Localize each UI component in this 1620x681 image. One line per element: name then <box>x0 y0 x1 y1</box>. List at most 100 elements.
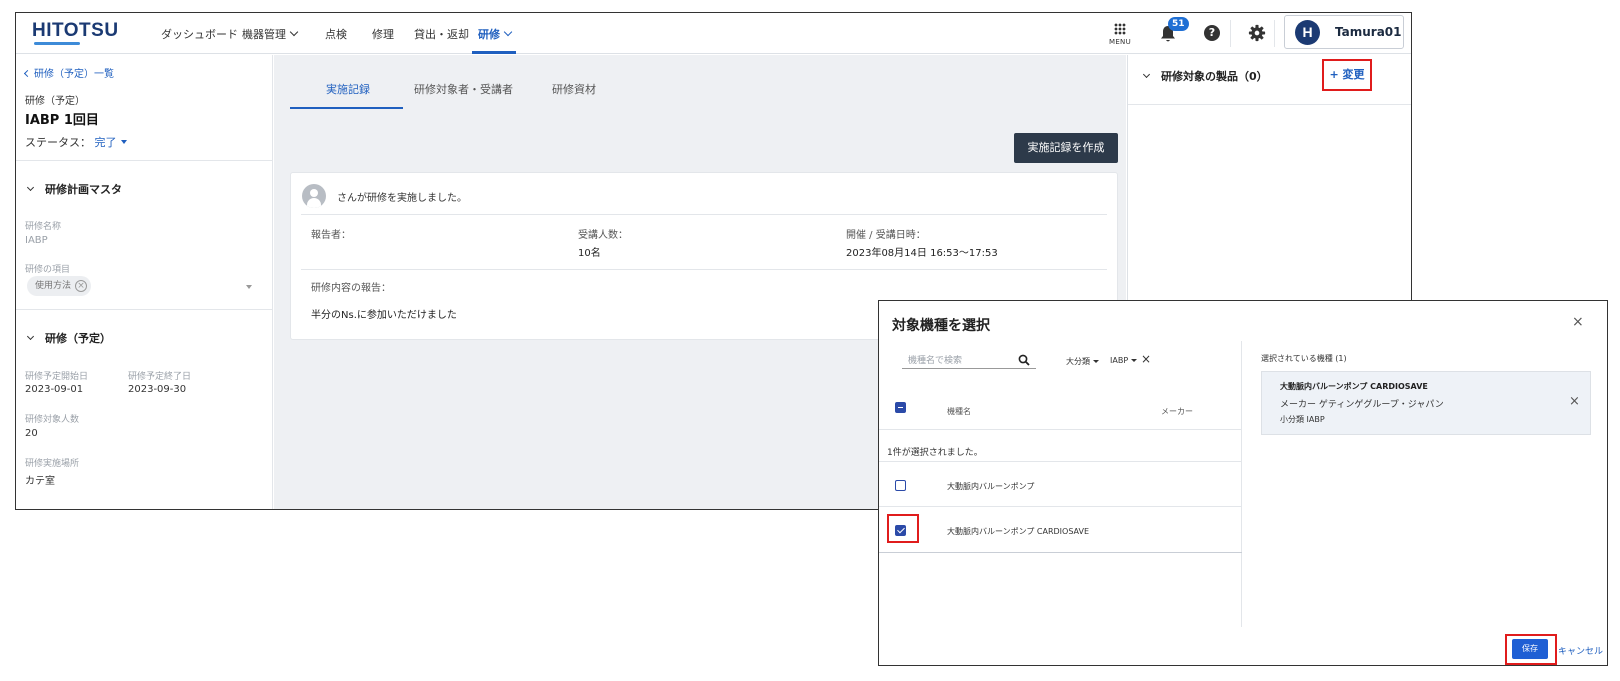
status-value: 完了 <box>94 136 117 149</box>
divider <box>879 552 1242 553</box>
hitotsu-logo[interactable]: HITOTSU <box>32 20 119 42</box>
menu-label: MENU <box>1108 38 1132 46</box>
back-link-label: 研修（予定）一覧 <box>34 69 114 80</box>
divider <box>1128 104 1411 105</box>
attendees-value: 10名 <box>578 248 601 259</box>
record-header: さんが研修を実施しました。 <box>337 193 467 204</box>
help-icon[interactable]: ? <box>1204 25 1220 41</box>
nav-repair[interactable]: 修理 <box>372 26 394 42</box>
tab-materials[interactable]: 研修資材 <box>552 81 596 97</box>
field-label: 研修名称 <box>25 222 62 232</box>
section-planned-label: 研修（予定） <box>45 332 111 345</box>
field-value: カテ室 <box>25 476 55 487</box>
divider <box>879 429 1242 430</box>
caret-down-icon <box>1131 359 1138 362</box>
section-training-master[interactable]: 研修計画マスタ <box>26 181 122 197</box>
section-planned[interactable]: 研修（予定） <box>26 330 111 346</box>
tab-bar: 実施記録 研修対象者・受講者 研修資材 <box>290 55 1110 111</box>
training-detail-sidebar: 研修（予定）一覧 研修（予定） IABP 1回目 ステータス： 完了 研修計画マ… <box>16 55 273 509</box>
gear-icon[interactable] <box>1248 24 1266 42</box>
selected-model-maker: メーカー ゲティンゲグループ・ジャパン <box>1280 400 1444 410</box>
dialog-title: 対象機種を選択 <box>892 318 990 334</box>
chevron-down-icon <box>503 27 513 37</box>
chevron-down-icon <box>26 183 35 192</box>
field-label: 研修の項目 <box>25 265 71 275</box>
divider <box>879 506 1242 507</box>
training-type: 研修（予定） <box>25 96 85 107</box>
header-divider <box>1230 20 1231 47</box>
selected-count: 1件が選択されました。 <box>887 448 983 458</box>
user-name: Tamura01 <box>1335 25 1402 39</box>
category-filter[interactable]: 大分類 <box>1066 356 1099 367</box>
change-products-button[interactable]: + 変更 <box>1322 59 1372 91</box>
products-section-toggle[interactable]: 研修対象の製品（0） <box>1142 68 1268 84</box>
close-icon[interactable]: × <box>75 280 88 292</box>
search-box <box>902 353 1036 369</box>
row-model-name[interactable]: 大動脈内バルーンポンプ <box>947 481 1034 492</box>
nav-equipment-label: 機器管理 <box>242 28 286 41</box>
search-icon[interactable] <box>1018 354 1030 366</box>
content-label: 研修内容の報告： <box>311 283 391 294</box>
column-header-name: 機種名 <box>947 407 971 416</box>
tab-active-indicator <box>290 107 403 109</box>
chevron-down-icon <box>1142 70 1151 79</box>
row-checkbox[interactable] <box>895 480 906 491</box>
category-filter-label: 大分類 <box>1066 357 1090 366</box>
nav-repair-label: 修理 <box>372 28 394 41</box>
nav-training[interactable]: 研修 <box>478 26 513 42</box>
status-dropdown[interactable]: 完了 <box>95 136 127 149</box>
back-to-list-link[interactable]: 研修（予定）一覧 <box>23 65 114 80</box>
chevron-left-icon <box>23 69 32 78</box>
selected-models-header: 選択されている機種 (1) <box>1261 354 1347 363</box>
category-value-filter[interactable]: IABP <box>1110 356 1138 365</box>
nav-inspection-label: 点検 <box>325 28 347 41</box>
section-training-master-label: 研修計画マスタ <box>45 183 122 196</box>
selected-model-name: 大動脈内バルーンポンプ CARDIOSAVE <box>1280 382 1428 391</box>
top-header: HITOTSU ダッシュボード 機器管理 点検 修理 貸出・返却 研修 MENU… <box>16 13 1411 54</box>
divider <box>16 309 273 310</box>
field-value: 20 <box>25 428 38 439</box>
caret-down-icon[interactable] <box>246 285 252 289</box>
user-menu-button[interactable]: H Tamura01 <box>1284 15 1404 49</box>
create-record-button[interactable]: 実施記録を作成 <box>1014 133 1118 163</box>
nav-lending[interactable]: 貸出・返却 <box>414 26 469 42</box>
nav-dashboard[interactable]: ダッシュボード <box>161 26 238 42</box>
nav-inspection[interactable]: 点検 <box>325 26 347 42</box>
user-icon <box>302 184 326 208</box>
app-menu-button[interactable]: MENU <box>1106 21 1134 49</box>
field-value: 2023-09-30 <box>128 384 187 395</box>
close-icon[interactable]: × <box>1572 314 1584 330</box>
caret-down-icon <box>120 140 127 144</box>
selected-model-subcategory: 小分類 IABP <box>1280 415 1325 424</box>
nav-equipment[interactable]: 機器管理 <box>242 26 299 42</box>
clear-filter-icon[interactable]: × <box>1141 352 1151 366</box>
products-section-label: 研修対象の製品（0） <box>1161 70 1268 83</box>
chip-label: 使用方法 <box>35 281 72 291</box>
field-label: 研修予定終了日 <box>128 372 192 382</box>
nav-active-indicator <box>472 51 516 54</box>
tab-participants[interactable]: 研修対象者・受講者 <box>414 81 513 97</box>
nav-lending-label: 貸出・返却 <box>414 28 469 41</box>
select-all-checkbox[interactable] <box>895 402 906 413</box>
chevron-down-icon <box>289 27 299 37</box>
cancel-button[interactable]: キャンセル <box>1558 644 1603 657</box>
header-divider <box>1274 20 1275 47</box>
status-line: ステータス： 完了 <box>25 134 127 150</box>
tab-records[interactable]: 実施記録 <box>326 81 370 97</box>
field-label: 研修予定開始日 <box>25 372 89 382</box>
field-label: 研修対象人数 <box>25 415 80 425</box>
caret-down-icon <box>1093 360 1099 363</box>
row-model-name[interactable]: 大動脈内バルーンポンプ CARDIOSAVE <box>947 526 1089 537</box>
chevron-down-icon <box>26 332 35 341</box>
search-input[interactable] <box>908 353 1013 368</box>
field-value: IABP <box>25 235 48 246</box>
datetime-value: 2023年08月14日 16:53〜17:53 <box>846 248 998 259</box>
logo-underline <box>34 42 80 45</box>
training-item-chip: 使用方法 × <box>27 276 92 296</box>
save-button[interactable]: 保存 <box>1512 639 1548 659</box>
reporter-label: 報告者： <box>311 230 351 241</box>
column-divider <box>1241 341 1242 627</box>
remove-icon[interactable]: × <box>1569 394 1580 409</box>
nav-training-label: 研修 <box>478 28 500 41</box>
avatar: H <box>1295 20 1320 45</box>
